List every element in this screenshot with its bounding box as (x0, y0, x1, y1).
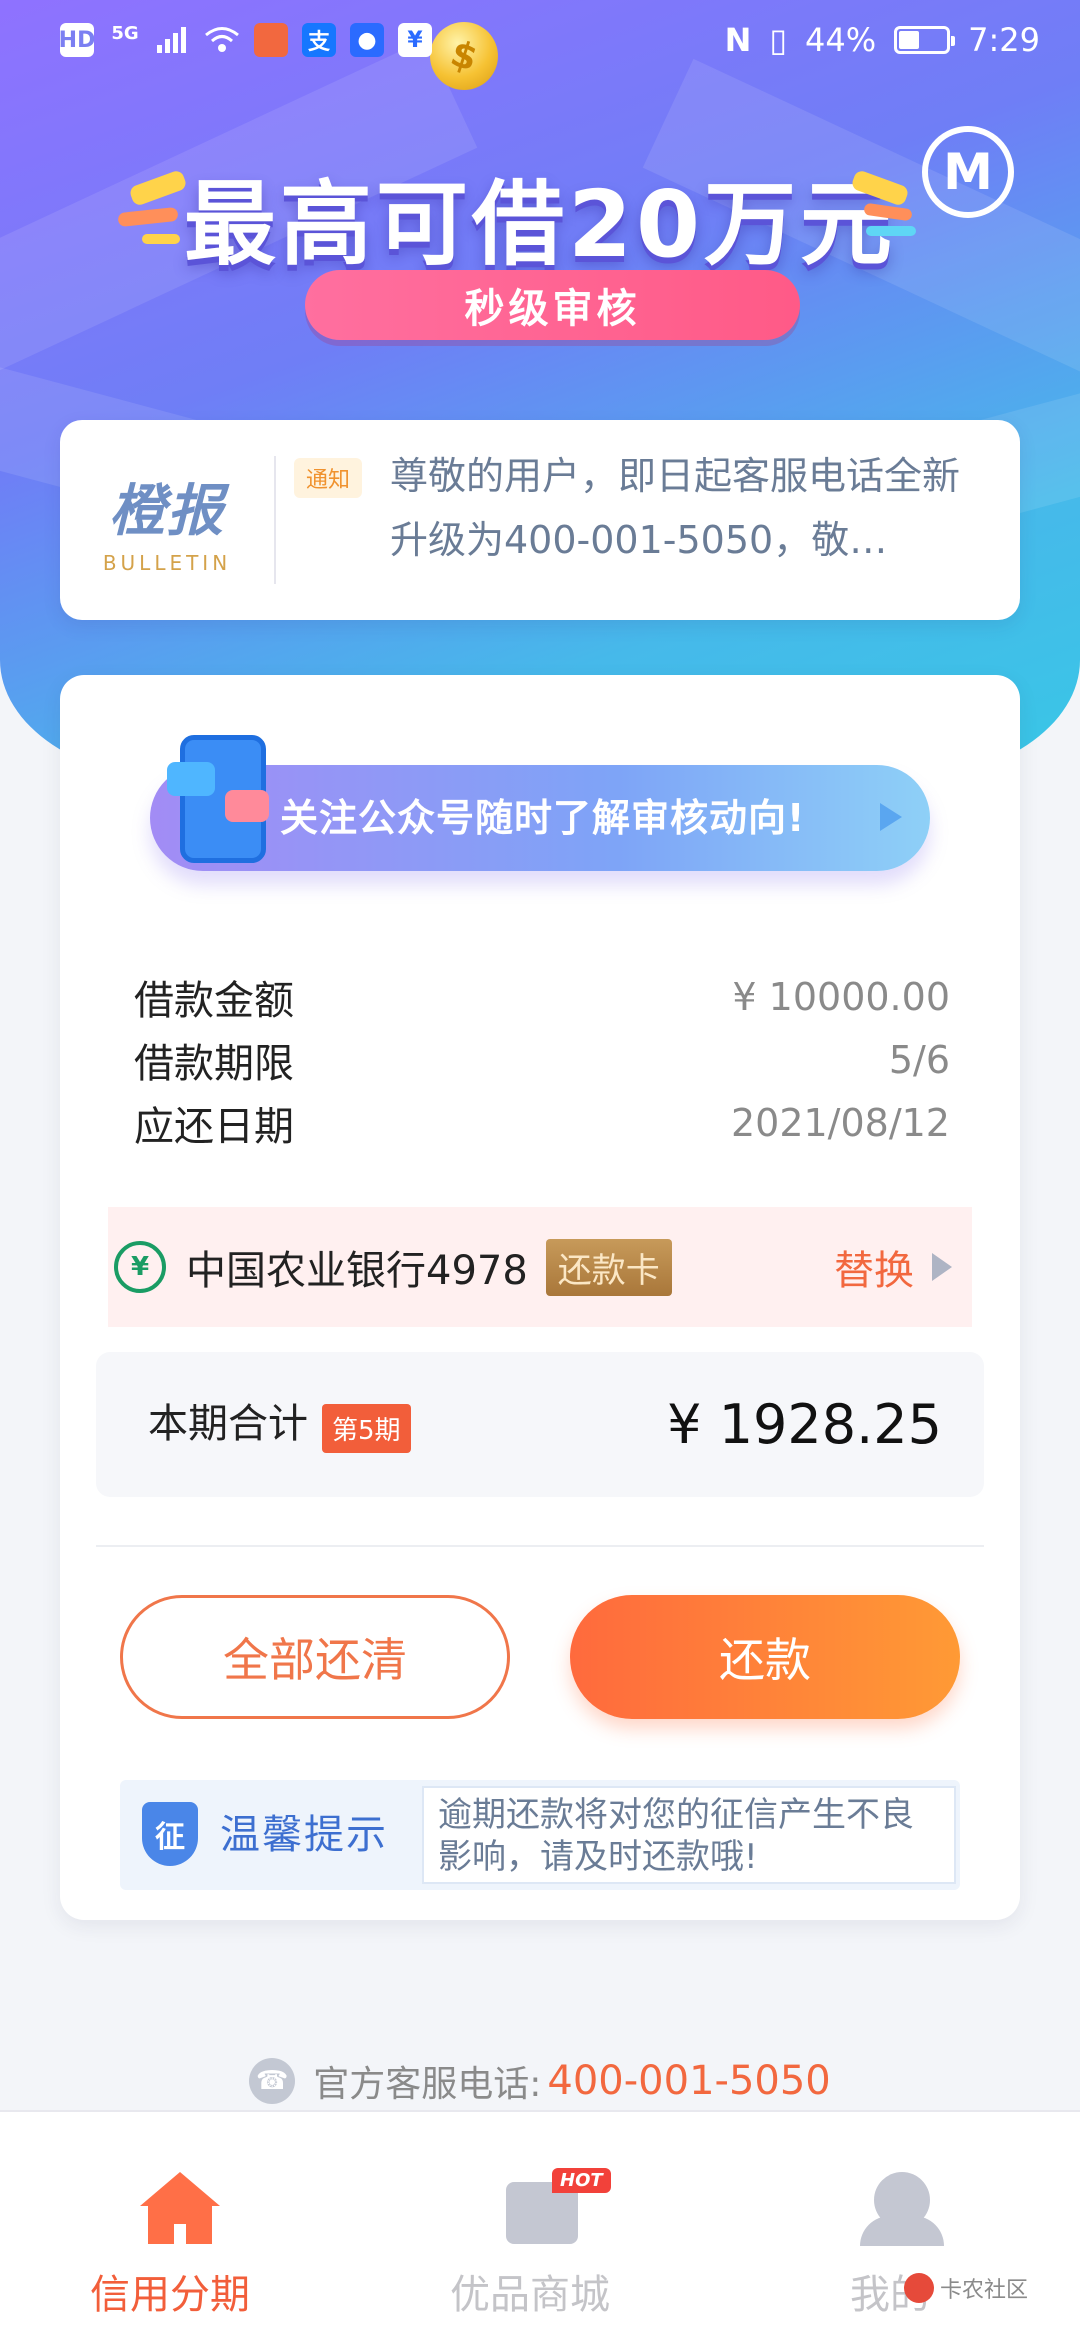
hotline-number[interactable]: 400-001-5050 (547, 2058, 830, 2104)
bulletin-text: 尊敬的用户，即日起客服电话全新升级为400-001-5050，敬… (390, 454, 961, 562)
follow-banner-text: 关注公众号随时了解审核动向! (280, 796, 806, 840)
watermark-logo-icon (903, 2273, 934, 2303)
pay-off-all-button[interactable]: 全部还清 (120, 1595, 510, 1719)
wifi-icon (204, 23, 240, 57)
period-total: 本期合计 第5期 ¥ 1928.25 (96, 1352, 984, 1497)
hd-icon: HD (59, 23, 95, 57)
play-arrow-icon (880, 803, 902, 831)
shopping-bag-icon: HOT (500, 2168, 611, 2244)
loan-amount-row: 借款金额 ¥ 10000.00 (134, 967, 950, 1027)
credit-shield-icon: 征 (142, 1802, 198, 1866)
profile-icon (860, 2172, 944, 2246)
warm-tip-title: 温馨提示 (220, 1812, 388, 1858)
follow-official-account-banner[interactable]: 关注公众号随时了解审核动向! (150, 735, 930, 871)
alipay-icon: 支 (302, 23, 336, 57)
hot-badge: HOT (552, 2168, 611, 2193)
home-icon (140, 2172, 220, 2244)
bank-logo-icon: ¥ (114, 1241, 166, 1293)
loan-amount-value: ¥ 10000.00 (732, 975, 950, 1019)
5g-icon: 5G (111, 23, 139, 44)
period-total-amount: ¥ 1928.25 (667, 1393, 942, 1456)
vibrate-icon: ▯ (769, 21, 788, 59)
swap-label: 替换 (834, 1248, 914, 1294)
tab-mall[interactable]: HOT 优品商城 (420, 2168, 640, 2322)
notice-tag: 通知 (294, 458, 363, 498)
tab-label: 优品商城 (450, 2272, 610, 2318)
period-badge: 第5期 (322, 1404, 411, 1453)
watermark: 卡农社区 (903, 2272, 1028, 2304)
bulletin-logo: 橙报 BULLETIN (60, 456, 276, 584)
status-bar: HD 5G 支 ● ¥ N ▯ 44% 7:29 (0, 0, 1080, 80)
bulb-icon: ● (350, 23, 384, 57)
loan-amount-label: 借款金额 (134, 978, 294, 1024)
battery-percent: 44% (805, 21, 877, 59)
status-right: N ▯ 44% 7:29 (725, 21, 1040, 59)
chevron-right-icon (932, 1253, 952, 1281)
bulletin-card[interactable]: 橙报 BULLETIN 通知 尊敬的用户，即日起客服电话全新升级为400-001… (60, 420, 1020, 620)
app-icon-2: ¥ (398, 23, 432, 57)
loan-term-row: 借款期限 5/6 (134, 1030, 950, 1090)
divider (96, 1545, 984, 1547)
repayment-card: 关注公众号随时了解审核动向! 借款金额 ¥ 10000.00 借款期限 5/6 … (60, 675, 1020, 1920)
clock: 7:29 (968, 21, 1040, 59)
status-left: HD 5G 支 ● ¥ (59, 23, 432, 57)
hero-banner (0, 0, 1080, 780)
brand-logo[interactable]: M (922, 126, 1014, 218)
battery-icon (894, 26, 956, 54)
phone-icon: ☎ (249, 2058, 296, 2104)
due-date-label: 应还日期 (134, 1104, 294, 1150)
bulletin-logo-en: BULLETIN (102, 550, 232, 575)
bank-name: 中国农业银行4978 (186, 1248, 528, 1294)
repayment-card-tag: 还款卡 (545, 1238, 672, 1296)
instant-review-pill: 秒级审核 (305, 270, 800, 340)
loan-term-value: 5/6 (888, 1038, 950, 1082)
warm-tip-text: 逾期还款将对您的征信产生不良影响，请及时还款哦! (422, 1786, 956, 1884)
bulletin-logo-cn: 橙报 (109, 478, 225, 544)
period-total-label: 本期合计 (148, 1401, 308, 1447)
tab-label: 信用分期 (90, 2272, 250, 2318)
warm-tip: 征 温馨提示 逾期还款将对您的征信产生不良影响，请及时还款哦! (120, 1780, 960, 1890)
bottom-tab-bar: 信用分期 HOT 优品商城 我的 卡农社区 (0, 2110, 1080, 2340)
confetti (142, 234, 180, 244)
due-date-value: 2021/08/12 (730, 1101, 950, 1145)
watermark-text: 卡农社区 (939, 2278, 1028, 2303)
hotline-label: 官方客服电话: (313, 2064, 542, 2105)
confetti (866, 226, 916, 236)
app-icon-1 (254, 23, 288, 57)
loan-term-label: 借款期限 (134, 1041, 294, 1087)
repay-button[interactable]: 还款 (570, 1595, 960, 1719)
customer-service-hotline[interactable]: ☎ 官方客服电话: 400-001-5050 (0, 2055, 1080, 2107)
repayment-bank-row: ¥ 中国农业银行4978 还款卡 替换 (108, 1207, 972, 1327)
nfc-icon: N (724, 21, 752, 59)
tab-credit-installment[interactable]: 信用分期 (60, 2172, 280, 2322)
swap-card-button[interactable]: 替换 (834, 1207, 952, 1327)
due-date-row: 应还日期 2021/08/12 (134, 1093, 950, 1153)
phone-chat-icon (167, 735, 269, 863)
signal-icon (156, 23, 190, 57)
